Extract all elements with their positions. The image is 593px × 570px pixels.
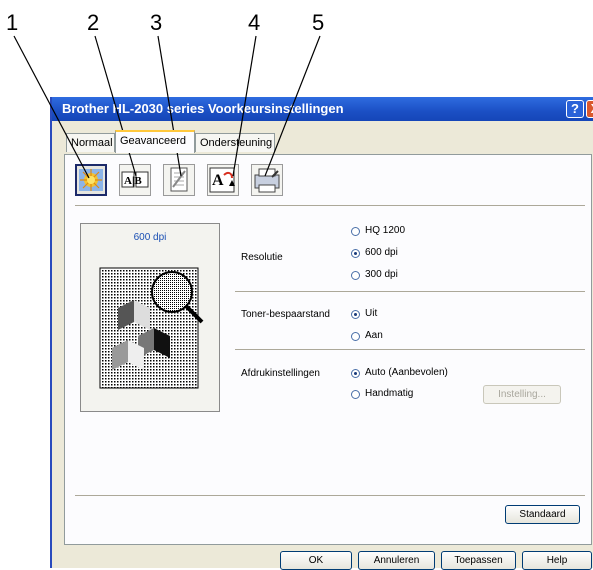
callout-line-2 <box>94 35 137 177</box>
tab-geavanceerd[interactable]: Geavanceerd <box>115 130 195 153</box>
callout-leader-lines <box>13 35 321 179</box>
callout-line-3 <box>157 35 182 177</box>
callout-line-1 <box>13 35 90 179</box>
callout-line-4 <box>232 35 257 177</box>
callout-line-5 <box>264 35 321 177</box>
